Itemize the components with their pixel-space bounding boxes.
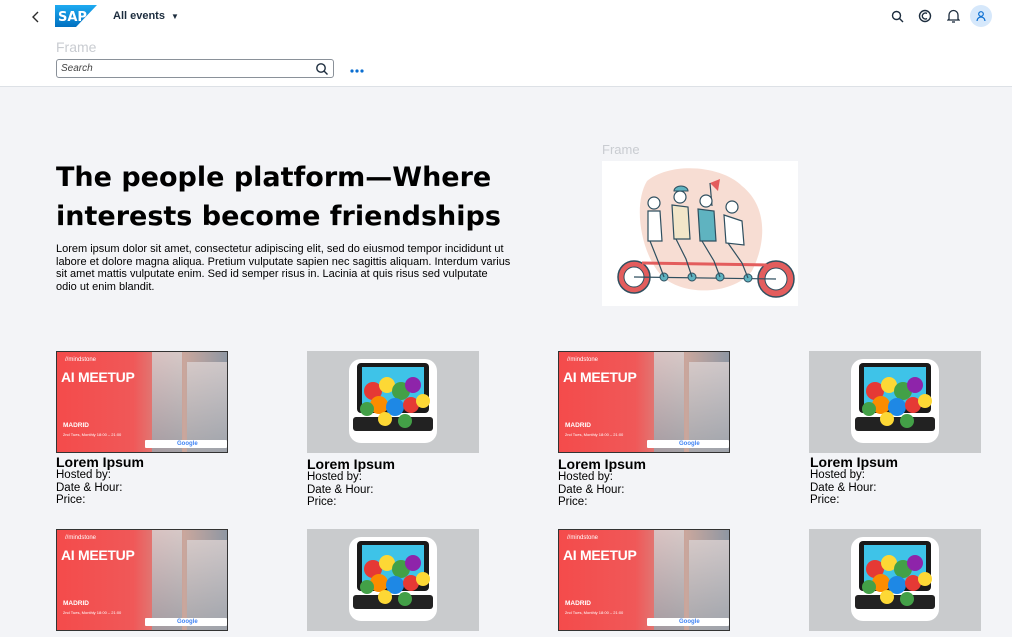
bell-icon <box>946 9 960 23</box>
banner-city: MADRID <box>565 422 591 429</box>
all-events-label: All events <box>113 10 165 22</box>
banner-brand: //mindstone <box>65 357 97 363</box>
puzzle-laptop-sticker <box>851 359 939 443</box>
event-thumbnail-ai-meetup[interactable]: //mindstone AI MEETUP MADRID 2nd Tues, M… <box>558 529 730 631</box>
banner-title: AI MEETUP <box>61 369 135 385</box>
banner-partner: Google <box>679 619 700 625</box>
event-price: Price: <box>307 496 337 509</box>
banner-brand: //mindstone <box>567 357 599 363</box>
event-title[interactable]: Lorem Ipsum <box>307 457 395 471</box>
event-thumbnail-ai-meetup[interactable]: //mindstone AI MEETUP MADRID 2nd Tues, M… <box>56 351 228 453</box>
event-card-info: Lorem Ipsum Hosted by: Date & Hour: Pric… <box>558 457 646 509</box>
banner-partner: Google <box>679 441 700 447</box>
hero-image-frame-label: Frame <box>602 142 640 157</box>
search-submit-button[interactable] <box>315 62 329 76</box>
banner-title: AI MEETUP <box>563 369 637 385</box>
banner-city-graphic <box>654 530 684 630</box>
event-price: Price: <box>810 494 840 507</box>
tandem-bike-illustration <box>602 161 798 306</box>
banner-brand: //mindstone <box>567 535 599 541</box>
event-hosted-by: Hosted by: <box>810 469 865 481</box>
banner-title: AI MEETUP <box>61 547 135 563</box>
banner-schedule: 2nd Tues, Monthly 18:00 – 21:00 <box>565 610 624 615</box>
banner-city: MADRID <box>565 600 591 607</box>
banner-schedule: 2nd Tues, Monthly 18:00 – 21:00 <box>63 610 122 615</box>
banner-brand: //mindstone <box>65 535 97 541</box>
user-icon <box>976 11 986 22</box>
event-title[interactable]: Lorem Ipsum <box>810 455 898 469</box>
puzzle-laptop-sticker <box>349 359 437 443</box>
hero-description: Lorem ipsum dolor sit amet, consectetur … <box>56 243 511 293</box>
event-thumbnail-ai-meetup[interactable]: //mindstone AI MEETUP MADRID 2nd Tues, M… <box>558 351 730 453</box>
event-card-info: Lorem Ipsum Hosted by: Date & Hour: Pric… <box>307 457 395 509</box>
search-icon <box>316 63 328 75</box>
notifications-button[interactable] <box>944 7 962 25</box>
caret-down-icon: ▼ <box>170 11 179 21</box>
event-date-hour: Date & Hour: <box>307 483 374 496</box>
event-date-hour: Date & Hour: <box>558 483 625 496</box>
event-title[interactable]: Lorem Ipsum <box>56 455 144 469</box>
puzzle-laptop-sticker <box>851 537 939 621</box>
banner-partner: Google <box>177 619 198 625</box>
all-events-menu[interactable]: All events ▼ <box>113 10 179 22</box>
event-thumbnail-puzzle[interactable] <box>809 529 981 631</box>
banner-city: MADRID <box>63 600 89 607</box>
event-card-info: Lorem Ipsum Hosted by: Date & Hour: Pric… <box>810 455 898 507</box>
event-price: Price: <box>558 496 588 509</box>
svg-text:SAP: SAP <box>58 10 87 25</box>
copilot-button[interactable] <box>916 7 934 25</box>
banner-title: AI MEETUP <box>563 547 637 563</box>
banner-schedule: 2nd Tues, Monthly 18:00 – 21:00 <box>63 432 122 437</box>
event-title[interactable]: Lorem Ipsum <box>558 457 646 471</box>
search-input[interactable] <box>61 61 311 76</box>
banner-city-graphic <box>152 352 182 452</box>
event-thumbnail-ai-meetup[interactable]: //mindstone AI MEETUP MADRID 2nd Tues, M… <box>56 529 228 631</box>
header-search-button[interactable] <box>888 7 906 25</box>
overflow-button[interactable] <box>350 62 364 74</box>
search-field[interactable] <box>56 59 334 78</box>
event-hosted-by: Hosted by: <box>56 469 111 481</box>
event-thumbnail-puzzle[interactable] <box>809 351 981 453</box>
event-hosted-by: Hosted by: <box>558 471 613 483</box>
puzzle-laptop-sticker <box>349 537 437 621</box>
event-price: Price: <box>56 494 86 507</box>
frame-label: Frame <box>56 39 97 55</box>
search-icon <box>891 10 903 22</box>
chevron-left-icon <box>32 11 39 23</box>
banner-schedule: 2nd Tues, Monthly 18:00 – 21:00 <box>565 432 624 437</box>
event-date-hour: Date & Hour: <box>56 481 123 494</box>
back-button[interactable] <box>28 8 44 26</box>
user-avatar-button[interactable] <box>970 5 992 27</box>
hero-title: The people platform—Where interests beco… <box>56 162 501 232</box>
event-date-hour: Date & Hour: <box>810 481 877 494</box>
banner-partner: Google <box>177 441 198 447</box>
banner-city: MADRID <box>63 422 89 429</box>
shell-header: SAP All events ▼ Frame <box>0 0 1012 87</box>
banner-city-graphic <box>152 530 182 630</box>
event-thumbnail-puzzle[interactable] <box>307 351 479 453</box>
event-thumbnail-puzzle[interactable] <box>307 529 479 631</box>
copilot-icon <box>918 9 932 23</box>
sap-logo[interactable]: SAP <box>55 5 97 27</box>
event-card-info: Lorem Ipsum Hosted by: Date & Hour: Pric… <box>56 455 144 507</box>
event-hosted-by: Hosted by: <box>307 471 362 483</box>
overflow-icon <box>350 69 364 73</box>
banner-city-graphic <box>654 352 684 452</box>
